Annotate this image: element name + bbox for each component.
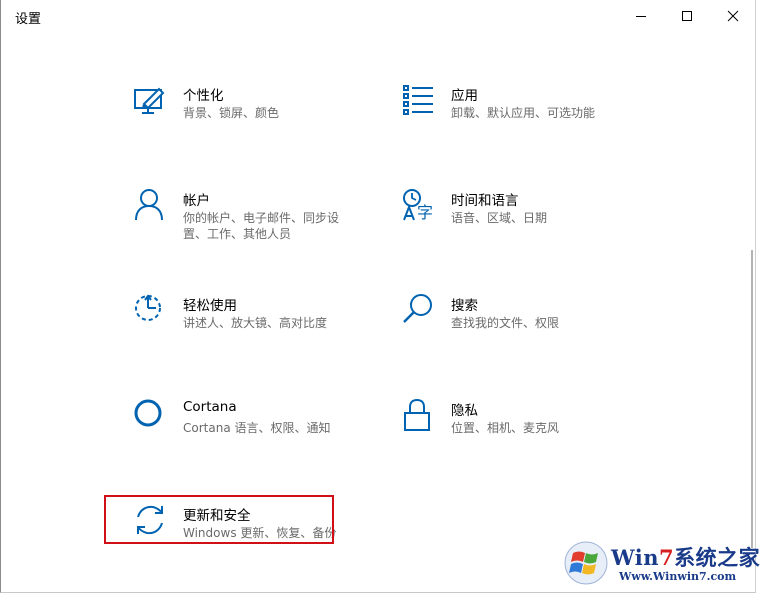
maximize-button[interactable] [665,0,709,32]
tile-description: 讲述人、放大镜、高对比度 [183,316,328,330]
tile-personalization[interactable]: 个性化 背景、锁屏、颜色 [133,83,393,155]
window-title: 设置 [15,12,42,27]
ease-of-access-icon [135,294,161,321]
svg-text:字: 字 [417,203,433,222]
watermark-url: Www.Winwin7.com [619,570,737,583]
tile-description: 语音、区域、日期 [451,211,548,225]
watermark-seven: 7 [658,545,675,570]
settings-window: 设置 个性化 背景、锁屏、颜色 应用 卸载、默认应用、可选功能 帐户 你的帐户、… [0,0,756,593]
minimize-icon [636,16,646,17]
tile-description: 你的帐户、电子邮件、同步设置、工作、其他人员 [183,211,340,241]
time-language-icon: 字 [403,189,433,222]
maximize-icon [682,11,692,21]
tile-cortana[interactable]: Cortana Cortana 语言、权限、通知 [133,398,393,470]
watermark-win: Win [611,545,659,570]
apps-icon [403,85,433,115]
watermark-system-home: 系统之家 [674,545,760,570]
tile-name: 时间和语言 [451,193,519,209]
minimize-button[interactable] [619,0,663,32]
tile-description: 卸载、默认应用、可选功能 [451,106,596,120]
tile-name: 个性化 [183,88,224,104]
account-icon [135,189,163,221]
personalization-icon [134,87,165,114]
windows-logo-icon [564,541,608,585]
tile-privacy[interactable]: 隐私 位置、相机、麦克风 [401,398,661,470]
tile-description: 位置、相机、麦克风 [451,421,560,435]
watermark-title: Win7系统之家 [611,542,760,572]
tile-name: 应用 [451,88,478,104]
tile-description: Cortana 语言、权限、通知 [183,421,331,435]
tile-name: Cortana [183,399,237,415]
scrollbar[interactable] [751,250,753,548]
watermark: Win7系统之家 Www.Winwin7.com [563,540,760,590]
tile-description: 背景、锁屏、颜色 [183,106,280,120]
tile-accounts[interactable]: 帐户 你的帐户、电子邮件、同步设置、工作、其他人员 [133,188,393,260]
tile-name: 轻松使用 [183,298,237,314]
search-icon [403,294,432,323]
tile-name: 隐私 [451,403,478,419]
title-bar: 设置 [1,0,755,34]
tile-search[interactable]: 搜索 查找我的文件、权限 [401,293,661,365]
close-button[interactable] [711,0,755,32]
tile-name: 帐户 [183,193,210,209]
close-icon [727,10,739,22]
tile-time-language[interactable]: 字 时间和语言 语音、区域、日期 [401,188,661,260]
cortana-icon [134,399,162,427]
tile-description: 查找我的文件、权限 [451,316,560,330]
tile-apps[interactable]: 应用 卸载、默认应用、可选功能 [401,83,661,155]
tile-name: 搜索 [451,298,478,314]
highlight-box [104,495,334,544]
tile-ease-of-access[interactable]: 轻松使用 讲述人、放大镜、高对比度 [133,293,393,365]
privacy-lock-icon [404,398,430,431]
